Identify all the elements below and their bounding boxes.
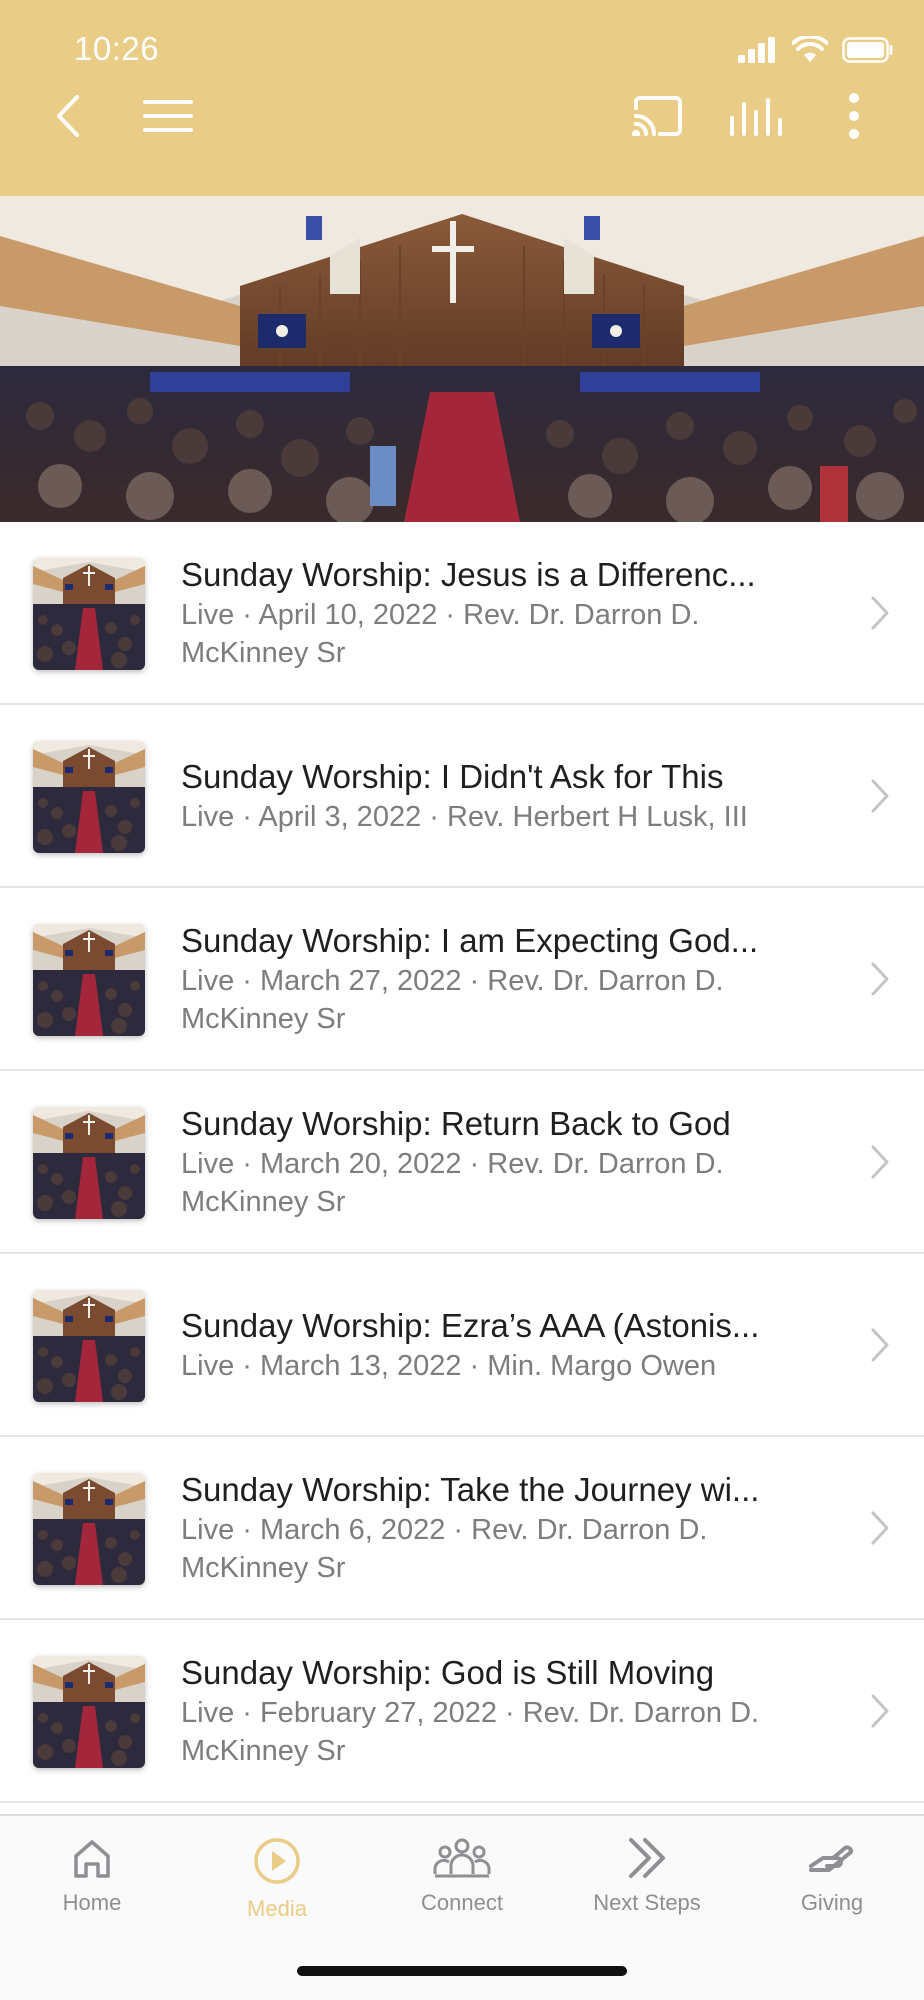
more-button[interactable] <box>824 86 884 146</box>
sermon-meta: Live · February 27, 2022 · Rev. Dr. Darr… <box>181 1696 760 1767</box>
sermon-list-item[interactable]: Sunday Worship: I am Expecting God... Li… <box>0 888 924 1071</box>
chevron-right-icon <box>871 1328 889 1361</box>
sermon-thumbnail <box>33 1656 145 1768</box>
sermon-list: Sunday Worship: Jesus is a Differenc... … <box>0 522 924 1803</box>
play-circle-icon <box>254 1838 300 1884</box>
audio-button[interactable] <box>726 86 786 146</box>
sermon-list-item[interactable]: Sunday Worship: Return Back to God Live … <box>0 1071 924 1254</box>
tab-next-steps[interactable]: Next Steps <box>555 1836 739 1916</box>
tab-giving[interactable]: Giving <box>740 1836 924 1916</box>
sermon-meta: Live · March 20, 2022 · Rev. Dr. Darron … <box>181 1147 724 1218</box>
sermon-list-item[interactable]: Sunday Worship: Jesus is a Differenc... … <box>0 522 924 705</box>
sermon-meta: Live · March 6, 2022 · Rev. Dr. Darron D… <box>181 1513 708 1584</box>
sermon-title: Sunday Worship: Return Back to God <box>181 1104 731 1142</box>
cast-button[interactable] <box>628 86 688 146</box>
tab-label: Connect <box>421 1890 503 1915</box>
sermon-text: Sunday Worship: Jesus is a Differenc... … <box>181 522 834 703</box>
home-indicator <box>297 1966 627 1976</box>
hamburger-icon <box>143 100 193 132</box>
status-icons <box>738 36 894 64</box>
tab-media[interactable]: Media <box>185 1836 369 1922</box>
chevron-left-icon <box>57 95 79 137</box>
chevron-right-icon <box>871 1145 889 1178</box>
sermon-text: Sunday Worship: Take the Journey wi... L… <box>181 1437 834 1618</box>
sermon-thumbnail <box>33 741 145 853</box>
sermon-thumbnail <box>33 558 145 670</box>
sermon-title: Sunday Worship: Jesus is a Differenc... <box>181 555 756 593</box>
sermon-title: Sunday Worship: Ezra’s AAA (Astonis... <box>181 1306 760 1344</box>
sanctuary-image <box>0 196 924 522</box>
chevron-right-icon <box>871 1694 889 1727</box>
people-icon <box>433 1838 491 1878</box>
tab-label: Next Steps <box>593 1890 701 1915</box>
sermon-meta: Live · March 27, 2022 · Rev. Dr. Darron … <box>181 964 724 1035</box>
sermon-meta: Live · April 10, 2022 · Rev. Dr. Darron … <box>181 598 700 669</box>
giving-hand-icon <box>809 1845 853 1872</box>
menu-button[interactable] <box>138 86 198 146</box>
sermon-text: Sunday Worship: Return Back to God Live … <box>181 1071 834 1252</box>
sermon-list-item[interactable]: Sunday Worship: Ezra’s AAA (Astonis... L… <box>0 1254 924 1437</box>
sermon-text: Sunday Worship: I Didn't Ask for This Li… <box>181 705 834 886</box>
sermon-list-item[interactable]: Sunday Worship: Take the Journey wi... L… <box>0 1437 924 1620</box>
sermon-thumbnail <box>33 924 145 1036</box>
double-chevron-right-icon <box>629 1838 665 1878</box>
sermon-thumbnail <box>33 1107 145 1219</box>
tab-connect[interactable]: Connect <box>370 1836 554 1916</box>
app-header: 10:26 <box>0 0 924 196</box>
home-icon <box>74 1840 110 1878</box>
wifi-icon <box>792 36 828 62</box>
cast-icon <box>632 96 682 136</box>
sermon-title: Sunday Worship: I am Expecting God... <box>181 921 759 959</box>
chevron-right-icon <box>871 962 889 995</box>
chevron-right-icon <box>871 1511 889 1544</box>
tab-label: Giving <box>800 1890 864 1915</box>
hero-image <box>0 196 924 522</box>
sermon-list-item[interactable]: Sunday Worship: I Didn't Ask for This Li… <box>0 705 924 888</box>
tab-label: Home <box>62 1890 122 1915</box>
tab-label: Media <box>247 1896 307 1921</box>
sermon-list-item[interactable]: Sunday Worship: God is Still Moving Live… <box>0 1620 924 1803</box>
chevron-right-icon <box>871 779 889 812</box>
sermon-thumbnail <box>33 1290 145 1402</box>
chevron-right-icon <box>871 596 889 629</box>
status-time: 10:26 <box>74 30 160 67</box>
sermon-title: Sunday Worship: I Didn't Ask for This <box>181 757 724 795</box>
back-button[interactable] <box>38 86 98 146</box>
sermon-meta: Live · March 13, 2022 · Min. Margo Owen <box>181 1349 717 1382</box>
sermon-text: Sunday Worship: Ezra’s AAA (Astonis... L… <box>181 1254 834 1435</box>
cellular-signal-icon <box>738 37 775 63</box>
battery-icon <box>842 37 893 63</box>
sermon-meta: Live · April 3, 2022 · Rev. Herbert H Lu… <box>181 800 748 833</box>
tab-home[interactable]: Home <box>0 1836 184 1916</box>
more-vertical-icon <box>849 93 859 139</box>
sermon-text: Sunday Worship: I am Expecting God... Li… <box>181 888 834 1069</box>
sermon-title: Sunday Worship: Take the Journey wi... <box>181 1470 760 1508</box>
sermon-title: Sunday Worship: God is Still Moving <box>181 1653 715 1691</box>
sermon-text: Sunday Worship: God is Still Moving Live… <box>181 1620 834 1801</box>
equalizer-icon <box>730 98 782 136</box>
sermon-thumbnail <box>33 1473 145 1585</box>
